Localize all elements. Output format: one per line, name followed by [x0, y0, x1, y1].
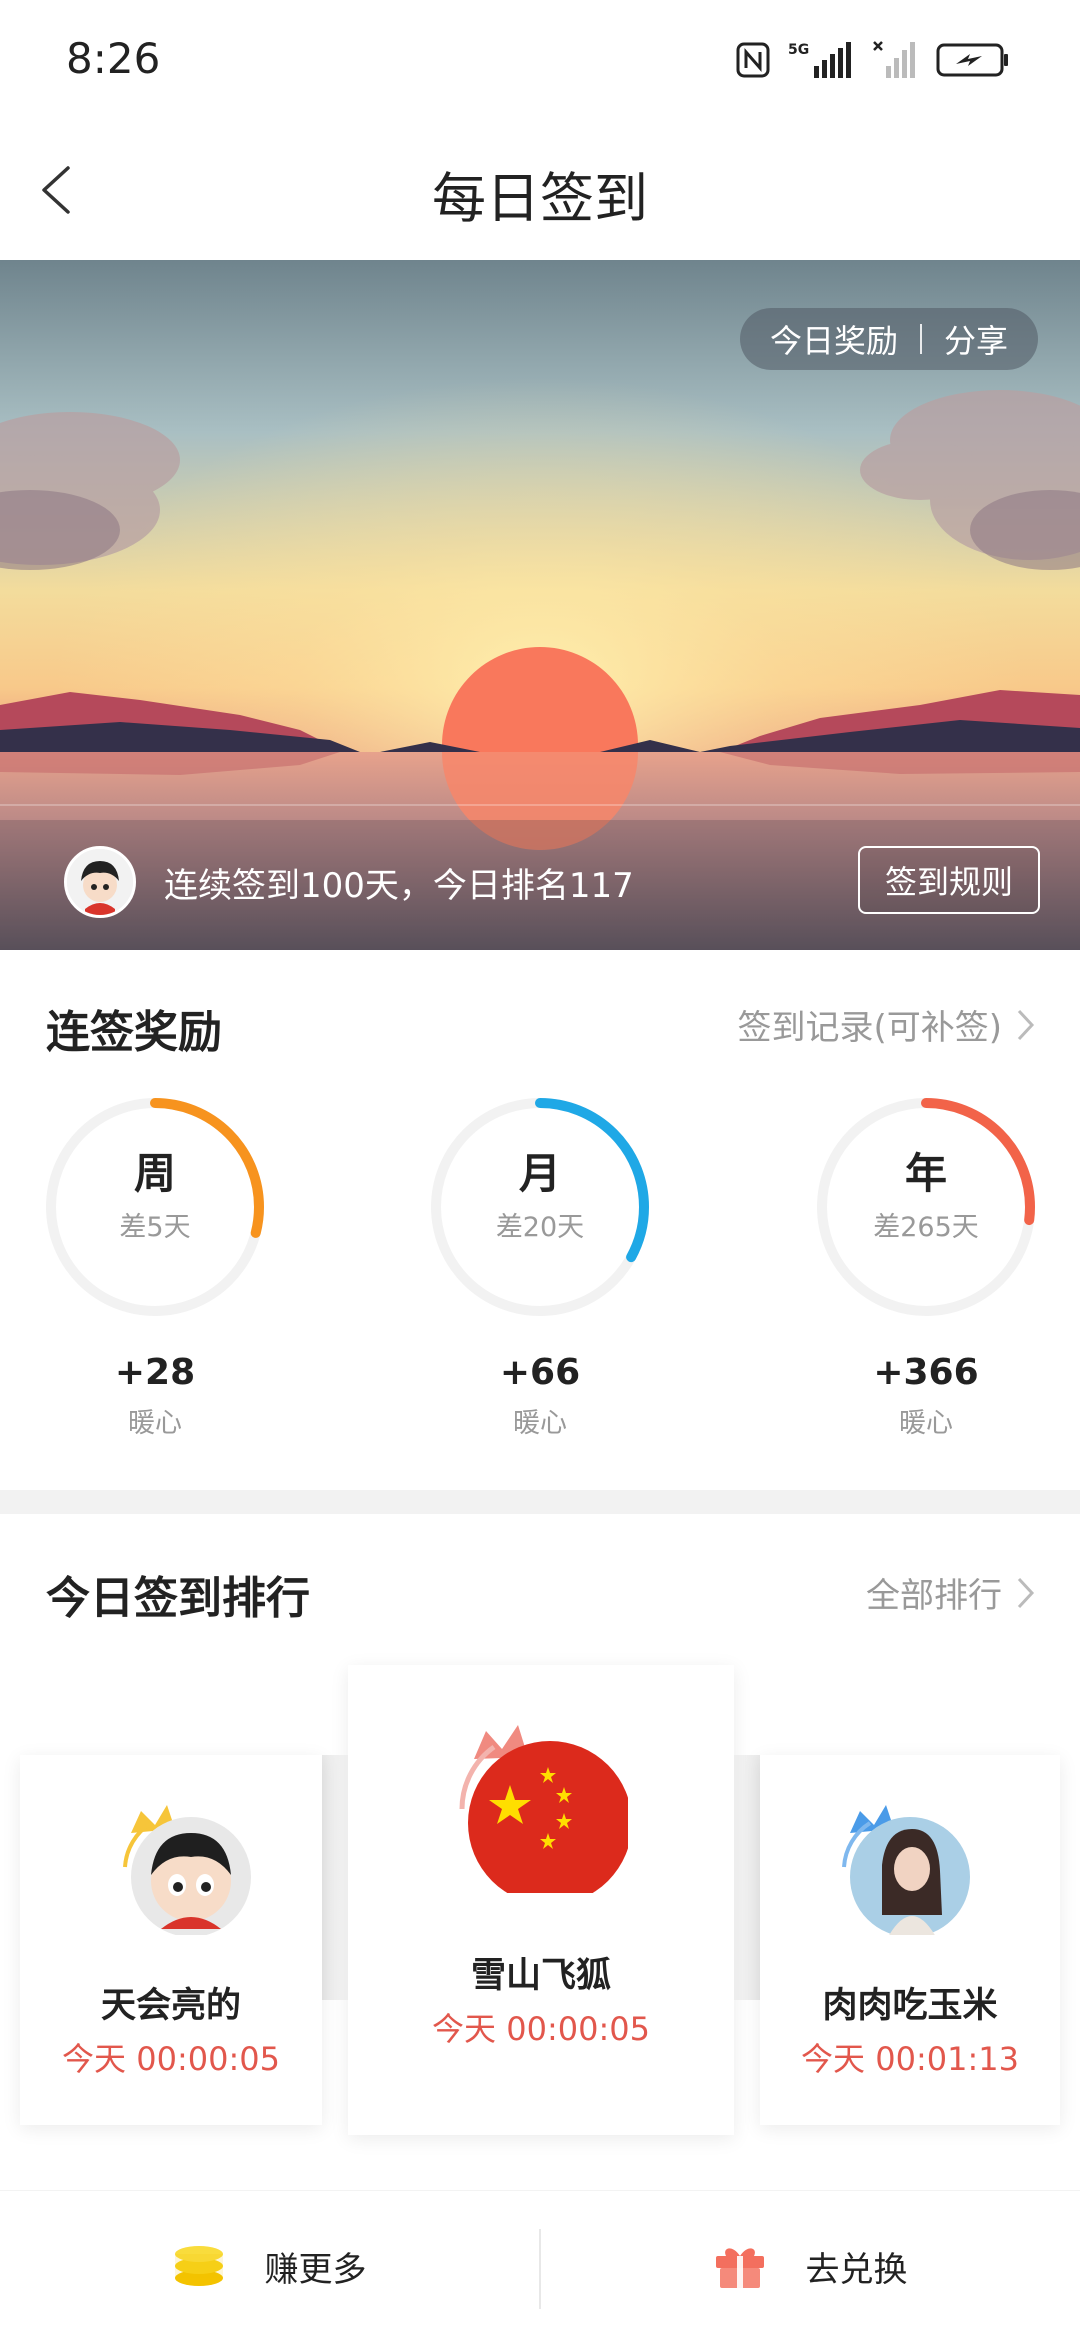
- rank-time: 今天 00:00:05: [432, 2010, 650, 2048]
- reward-period: 周: [133, 1149, 176, 1198]
- redeem-button[interactable]: 去兑换: [541, 2191, 1080, 2341]
- bottom-action-bar: 赚更多 去兑换: [0, 2190, 1080, 2341]
- share-button[interactable]: 分享: [944, 316, 1008, 362]
- pill-divider: [919, 324, 922, 354]
- sunset-banner: 今日奖励 分享 连续签到100天，今日排名117 签到规则: [0, 260, 1080, 950]
- reward-year: 年 差265天 +366 暖心: [811, 1092, 1051, 1440]
- avatar: [842, 1805, 970, 1935]
- reward-period: 月: [518, 1149, 561, 1198]
- coins-icon: [174, 2246, 223, 2286]
- reward-week: 周 差5天 +28 暖心: [40, 1092, 280, 1440]
- podium-edge: [734, 1755, 760, 2000]
- reward-unit: 暖心: [128, 1408, 182, 1439]
- rank-time: 今天 00:00:05: [62, 2040, 280, 2078]
- all-ranking-link[interactable]: 全部排行: [866, 1568, 1036, 1617]
- page-title: 每日签到: [432, 167, 648, 230]
- app-header: 每日签到: [0, 120, 1080, 260]
- rank-time: 今天 00:01:13: [801, 2040, 1019, 2078]
- progress-ring: 月 差20天: [425, 1092, 655, 1322]
- today-reward-button[interactable]: 今日奖励: [770, 316, 898, 362]
- status-bar: 8:26 5G: [0, 0, 1080, 120]
- reward-period: 年: [904, 1149, 947, 1198]
- progress-ring: 年 差265天: [811, 1092, 1041, 1322]
- reward-remaining: 差20天: [495, 1212, 585, 1243]
- reward-month: 月 差20天 +66 暖心: [425, 1092, 665, 1440]
- signal-icon: 5G: [788, 42, 851, 78]
- no-signal-icon: [873, 41, 915, 78]
- reward-remaining: 差265天: [873, 1212, 979, 1243]
- reward-share-pill: 今日奖励 分享: [739, 308, 1038, 370]
- reward-points: +366: [873, 1352, 979, 1393]
- sign-records-label: 签到记录(可补签): [737, 1008, 1002, 1048]
- rank-name: 天会亮的: [100, 1986, 241, 2026]
- chevron-right-icon: [1017, 1577, 1035, 1608]
- avatar: [123, 1805, 251, 1935]
- nfc-icon: [736, 42, 770, 78]
- reward-unit: 暖心: [513, 1408, 567, 1439]
- gift-icon: [715, 2248, 764, 2288]
- avatar: [459, 1725, 628, 1893]
- redeem-label: 去兑换: [805, 2249, 908, 2290]
- avatar[interactable]: [64, 846, 136, 918]
- chevron-right-icon: [1017, 1009, 1035, 1040]
- reward-points: +66: [499, 1352, 581, 1393]
- reward-remaining: 差5天: [119, 1212, 191, 1243]
- progress-ring: 周 差5天: [40, 1092, 270, 1322]
- section-title-ranking: 今日签到排行: [46, 1573, 310, 1624]
- rank-name: 雪山飞狐: [470, 1956, 611, 1996]
- earn-more-label: 赚更多: [264, 2249, 367, 2290]
- earn-more-button[interactable]: 赚更多: [0, 2191, 539, 2341]
- streak-row: 连续签到100天，今日排名117: [64, 846, 634, 918]
- section-title-rewards: 连签奖励: [46, 1007, 222, 1058]
- rank-card-1[interactable]: 雪山飞狐 今天 00:00:05: [348, 1665, 734, 2135]
- streak-text: 连续签到100天，今日排名117: [164, 865, 634, 906]
- section-divider: [0, 1490, 1080, 1514]
- podium-edge: [322, 1755, 348, 2000]
- battery-icon: [936, 43, 1008, 77]
- sign-records-link[interactable]: 签到记录(可补签): [737, 1000, 1036, 1049]
- reward-unit: 暖心: [899, 1408, 953, 1439]
- rank-card-3[interactable]: 肉肉吃玉米 今天 00:01:13: [760, 1755, 1060, 2125]
- reward-points: +28: [114, 1352, 196, 1393]
- svg-text:5G: 5G: [788, 42, 809, 58]
- status-time: 8:26: [66, 34, 161, 83]
- all-ranking-label: 全部排行: [866, 1576, 1002, 1616]
- user-avatar-icon: [67, 849, 133, 915]
- status-icons: 5G: [736, 40, 1010, 80]
- rank-card-2[interactable]: 天会亮的 今天 00:00:05: [20, 1755, 322, 2125]
- sign-rules-button[interactable]: 签到规则: [858, 846, 1040, 914]
- rank-name: 肉肉吃玉米: [822, 1986, 998, 2026]
